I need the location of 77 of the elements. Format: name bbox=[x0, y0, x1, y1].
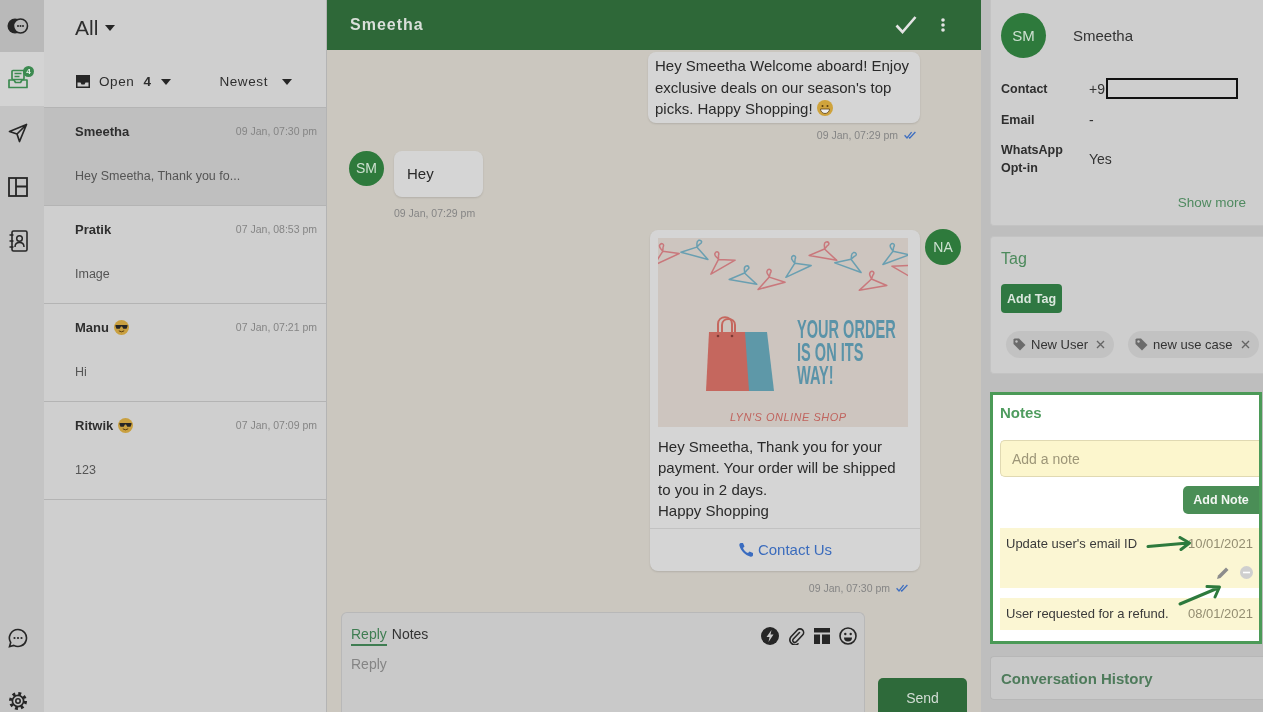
field-label: Email bbox=[1001, 112, 1036, 129]
add-note-button[interactable]: Add Note bbox=[1183, 486, 1259, 514]
caret-icon bbox=[282, 78, 292, 85]
contact-name: Pratik bbox=[75, 221, 112, 237]
layout-icon bbox=[8, 177, 28, 197]
contact-name: Smeetha bbox=[75, 123, 130, 139]
message-time: 09 Jan, 07:30 pm bbox=[235, 125, 317, 137]
emoji-icon[interactable] bbox=[839, 627, 857, 645]
section-title: Conversation History bbox=[1001, 669, 1153, 687]
attachment-icon[interactable] bbox=[787, 627, 805, 645]
add-tag-button[interactable]: Add Tag bbox=[1001, 284, 1063, 313]
message-preview: Image bbox=[75, 267, 111, 281]
note-text: Update user's email ID bbox=[1006, 536, 1138, 552]
chat-title: Smeetha bbox=[350, 16, 424, 34]
caret-icon bbox=[160, 78, 171, 85]
message-time: 09 Jan, 07:29 pm bbox=[394, 206, 476, 219]
contact-name: Manu bbox=[75, 319, 109, 335]
send-button[interactable]: Send bbox=[878, 678, 967, 712]
note-date: 08/01/2021 bbox=[1187, 606, 1253, 622]
check-icon[interactable] bbox=[895, 15, 917, 35]
banner-headline: YOUR ORDER IS ON ITS WAY! bbox=[797, 317, 897, 387]
message-time: 07 Jan, 07:21 pm bbox=[235, 321, 317, 333]
shop-name: LYN'S ONLINE SHOP bbox=[729, 409, 848, 424]
template-icon[interactable] bbox=[813, 627, 831, 645]
nav-button[interactable]: 4 bbox=[0, 52, 44, 106]
contact-name: Ritwik bbox=[75, 417, 114, 433]
contact-book-icon bbox=[8, 230, 28, 252]
unread-count: 4 bbox=[23, 66, 34, 77]
field-value: Yes bbox=[1089, 151, 1112, 167]
message-time: 07 Jan, 07:09 pm bbox=[235, 419, 317, 431]
chat-bubble-icon bbox=[8, 628, 28, 648]
field-label: Contact bbox=[1001, 80, 1049, 98]
status-dropdown[interactable]: Open 4 bbox=[76, 74, 171, 89]
contact-us-button[interactable]: Contact Us bbox=[650, 527, 920, 571]
inbox-tray-icon bbox=[76, 75, 90, 88]
conversation-item[interactable]: Smeetha 09 Jan, 07:30 pm Hey Smeetha, Thank you fo... bbox=[44, 108, 326, 206]
message-preview: 123 bbox=[75, 463, 97, 477]
close-icon[interactable] bbox=[1240, 340, 1250, 349]
tag-label: New User bbox=[1031, 337, 1089, 352]
message-time: 09 Jan, 07:29 pm bbox=[816, 128, 898, 141]
field-value: +9 bbox=[1089, 80, 1105, 97]
lightning-icon[interactable] bbox=[761, 627, 779, 645]
section-title: Tag bbox=[1001, 249, 1028, 269]
message-time: 09 Jan, 07:30 pm bbox=[808, 581, 890, 594]
annotation-arrow bbox=[1178, 583, 1222, 607]
more-icon[interactable] bbox=[941, 18, 945, 32]
send-icon bbox=[8, 123, 28, 143]
field-label: WhatsApp Opt-in bbox=[1001, 142, 1064, 177]
phone-icon bbox=[737, 541, 754, 558]
note-date: 10/01/2021 bbox=[1187, 536, 1253, 552]
message-preview: Hey Smeetha, Thank you fo... bbox=[75, 169, 242, 183]
note-input[interactable]: Add a note bbox=[1000, 440, 1259, 477]
inbox-icon bbox=[8, 69, 28, 89]
avatar: SM bbox=[1001, 13, 1046, 58]
message-text: Hey Smeetha Welcome aboard! Enjoy exclusive deals on our season's top picks. Happy Shopping! bbox=[655, 57, 910, 117]
note-text: User requested for a refund. bbox=[1006, 606, 1169, 622]
avatar: NA bbox=[925, 228, 961, 265]
logo-icon bbox=[7, 17, 29, 35]
avatar: SM bbox=[349, 150, 384, 186]
close-icon[interactable] bbox=[1096, 340, 1106, 349]
section-title: Notes bbox=[1000, 403, 1043, 423]
tag-icon bbox=[1135, 338, 1149, 351]
edit-icon[interactable] bbox=[1216, 566, 1230, 580]
composer-tab[interactable]: Notes bbox=[391, 626, 429, 646]
filter-dropdown[interactable]: All bbox=[75, 16, 116, 40]
tag-icon bbox=[1013, 338, 1026, 351]
caret-icon bbox=[105, 25, 116, 31]
settings-icon bbox=[8, 691, 28, 711]
contact-name: Smeetha bbox=[1073, 27, 1134, 44]
message-preview: Hi bbox=[75, 365, 88, 379]
reply-box[interactable]: Reply Notes Reply bbox=[341, 612, 865, 712]
message-text: Hey bbox=[407, 164, 434, 182]
message-time: 07 Jan, 08:53 pm bbox=[235, 223, 317, 235]
sort-dropdown[interactable]: Newest bbox=[219, 74, 292, 89]
field-value: - bbox=[1089, 112, 1094, 128]
tag-label: new use case bbox=[1153, 337, 1233, 352]
message-text: Hey Smeetha, Thank you for your payment. Your order will be shipped to you in 2 days. Happy Shopping bbox=[657, 436, 897, 521]
